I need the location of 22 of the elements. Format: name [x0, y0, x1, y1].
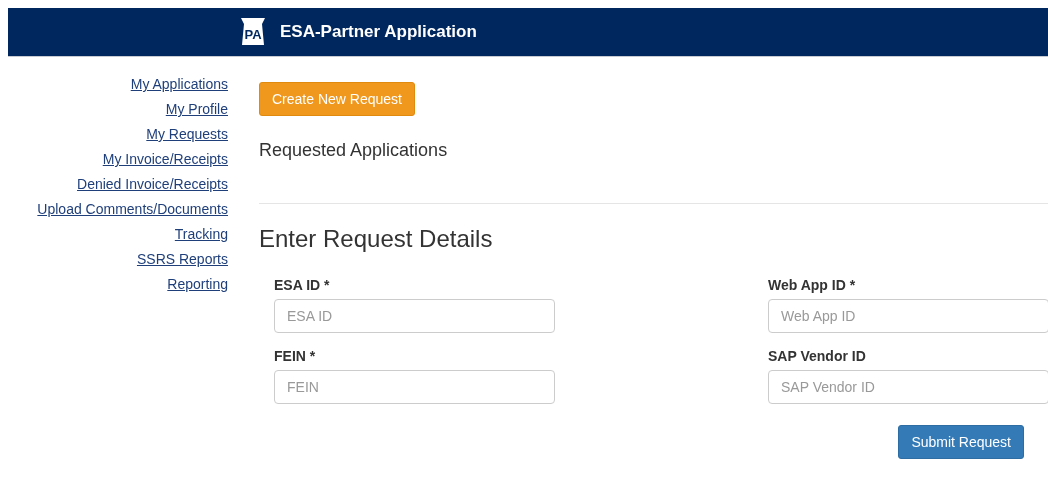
keystone-logo: PA [240, 17, 266, 47]
sidebar-link[interactable]: My Invoice/Receipts [102, 150, 228, 169]
input-field[interactable]: SAP Vendor ID [768, 370, 1048, 404]
sidebar-link[interactable]: Upload Comments/Documents [37, 200, 228, 219]
sidebar-link[interactable]: Denied Invoice/Receipts [77, 175, 228, 194]
field-label: ESA ID * [274, 277, 331, 293]
sidebar-link[interactable]: Tracking [174, 225, 228, 244]
field-label: FEIN * [274, 348, 317, 364]
sidebar-link[interactable]: SSRS Reports [136, 250, 228, 269]
submit-button[interactable]: Submit Request [898, 425, 1024, 459]
input-field[interactable]: Web App ID [768, 299, 1048, 333]
sidebar-link[interactable]: My Profile [165, 100, 228, 119]
field-label: Web App ID * [768, 277, 857, 293]
section-heading: Requested Applications [259, 140, 449, 161]
input-field[interactable]: FEIN [274, 370, 555, 404]
sidebar-link[interactable]: My Applications [130, 75, 228, 94]
field-label: SAP Vendor ID [768, 348, 867, 364]
input-field[interactable]: ESA ID [274, 299, 555, 333]
form-title: Enter Request Details [259, 225, 494, 253]
sidebar-link[interactable]: My Requests [146, 125, 228, 144]
app-title: ESA-Partner Application [280, 22, 477, 42]
sidebar-link[interactable]: Reporting [167, 275, 228, 294]
